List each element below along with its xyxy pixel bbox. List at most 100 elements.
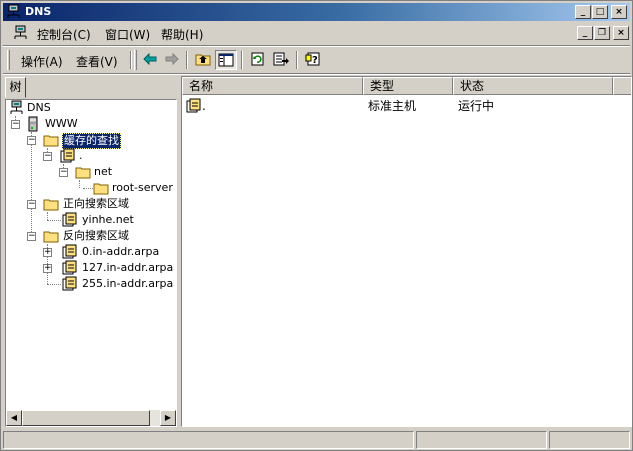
title-bar[interactable]: DNS _ □ × bbox=[3, 3, 630, 21]
menu-bar: 控制台(C) 窗口(W) 帮助(H) _ ❐ × bbox=[3, 23, 630, 43]
export-list-icon bbox=[273, 52, 289, 66]
show-hide-tree-button[interactable] bbox=[215, 50, 237, 70]
collapse-icon[interactable]: − bbox=[27, 200, 36, 209]
column-header-type[interactable]: 类型 bbox=[363, 77, 453, 95]
child-close-button[interactable]: × bbox=[613, 26, 629, 40]
collapse-icon[interactable]: − bbox=[27, 232, 36, 241]
folder-icon bbox=[75, 164, 91, 180]
tree-item-label: 0.in-addr.arpa bbox=[82, 245, 160, 258]
tree-item-reverse-zones[interactable]: − 反向搜索区域 bbox=[6, 228, 176, 244]
menu-view[interactable]: 查看(V) bbox=[76, 53, 118, 70]
tree-item-label: WWW bbox=[45, 117, 78, 130]
scroll-thumb[interactable] bbox=[22, 410, 150, 426]
expand-icon[interactable]: + bbox=[43, 248, 52, 257]
collapse-icon[interactable]: − bbox=[11, 120, 20, 129]
menu-console[interactable]: 控制台(C) bbox=[37, 26, 91, 43]
folder-icon bbox=[43, 196, 59, 212]
folder-up-icon bbox=[195, 54, 211, 66]
tree-item-label: yinhe.net bbox=[82, 213, 134, 226]
menu-window[interactable]: 窗口(W) bbox=[105, 26, 150, 43]
tree-item-label: 正向搜索区域 bbox=[63, 197, 129, 210]
folder-icon bbox=[93, 180, 109, 196]
export-list-button[interactable] bbox=[270, 50, 292, 70]
toolbar-grip-2[interactable] bbox=[134, 50, 137, 70]
back-button[interactable] bbox=[139, 50, 161, 70]
tree-item-label: . bbox=[79, 149, 83, 162]
tree-item-cached-lookups[interactable]: − 缓存的查找 bbox=[6, 132, 176, 149]
tree-horizontal-scrollbar[interactable]: ◀ ▶ bbox=[6, 410, 176, 426]
tab-tree[interactable]: 树 bbox=[5, 77, 26, 98]
scroll-right-button[interactable]: ▶ bbox=[160, 410, 176, 426]
help-icon: ? bbox=[305, 52, 320, 66]
zone-icon bbox=[61, 244, 77, 260]
forward-button[interactable] bbox=[161, 50, 183, 70]
cell-status: 运行中 bbox=[458, 99, 495, 113]
server-icon bbox=[25, 116, 41, 132]
zone-icon bbox=[59, 148, 75, 164]
tree-item-dns[interactable]: DNS bbox=[6, 100, 176, 116]
column-header-status[interactable]: 状态 bbox=[453, 77, 613, 95]
cell-type: 标准主机 bbox=[368, 99, 417, 113]
tree-item-label: net bbox=[94, 165, 113, 178]
zone-icon bbox=[61, 212, 77, 228]
close-button[interactable]: × bbox=[611, 5, 627, 19]
tree-view[interactable]: DNS − WWW − 缓存的查找 − . − net root-server … bbox=[5, 99, 177, 427]
tree-item-forward-zones[interactable]: − 正向搜索区域 bbox=[6, 196, 176, 212]
collapse-icon[interactable]: − bbox=[27, 136, 36, 145]
console-tree-icon bbox=[218, 53, 234, 67]
up-one-level-button[interactable] bbox=[192, 50, 214, 70]
menu-action[interactable]: 操作(A) bbox=[21, 53, 63, 70]
zone-icon bbox=[185, 98, 201, 114]
status-panel-2 bbox=[416, 431, 547, 449]
tree-item-root-server[interactable]: root-server bbox=[6, 180, 176, 196]
child-minimize-button[interactable]: _ bbox=[577, 26, 593, 40]
forward-arrow-icon bbox=[165, 52, 179, 66]
toolbar-separator bbox=[130, 51, 132, 69]
tree-item-yinhe-net[interactable]: yinhe.net bbox=[6, 212, 176, 228]
tree-item-label: 缓存的查找 bbox=[62, 133, 121, 149]
tree-item-label: 255.in-addr.arpa bbox=[82, 277, 174, 290]
collapse-icon[interactable]: − bbox=[43, 152, 52, 161]
tree-item-net[interactable]: − net bbox=[6, 164, 176, 180]
tree-item-0-in-addr-arpa[interactable]: + 0.in-addr.arpa bbox=[6, 244, 176, 260]
toolbar-separator-3 bbox=[241, 51, 243, 69]
back-arrow-icon bbox=[143, 52, 157, 66]
console-tree-pane: 树 DNS − WWW − 缓存的查找 − . − net root-serve… bbox=[3, 75, 178, 427]
tree-item-255-in-addr-arpa[interactable]: 255.in-addr.arpa bbox=[6, 276, 176, 292]
console-icon[interactable] bbox=[13, 25, 29, 41]
child-restore-button[interactable]: ❐ bbox=[594, 26, 610, 40]
tree-item-label: DNS bbox=[27, 101, 51, 114]
cell-name: . bbox=[202, 99, 206, 113]
tree-item-root-zone[interactable]: − . bbox=[6, 148, 176, 164]
status-bar bbox=[3, 429, 630, 449]
toolbar-separator-2 bbox=[186, 51, 188, 69]
tree-item-label: 127.in-addr.arpa bbox=[82, 261, 174, 274]
details-list-view[interactable]: 名称 类型 状态 . 标准主机 运行中 bbox=[181, 76, 632, 427]
toolbar-separator-4 bbox=[296, 51, 298, 69]
dns-app-icon bbox=[6, 4, 22, 20]
refresh-button[interactable] bbox=[247, 50, 269, 70]
collapse-icon[interactable]: − bbox=[59, 168, 68, 177]
help-button[interactable]: ? bbox=[302, 50, 324, 70]
toolbar-grip[interactable] bbox=[7, 50, 10, 70]
maximize-button[interactable]: □ bbox=[592, 5, 608, 19]
column-header-name[interactable]: 名称 bbox=[182, 77, 363, 95]
column-header-filler bbox=[613, 77, 631, 95]
window-title: DNS bbox=[25, 5, 52, 18]
folder-icon bbox=[43, 228, 59, 244]
tree-item-label: 反向搜索区域 bbox=[63, 229, 129, 242]
menu-help[interactable]: 帮助(H) bbox=[161, 26, 203, 43]
minimize-button[interactable]: _ bbox=[575, 5, 591, 19]
expand-icon[interactable]: + bbox=[43, 264, 52, 273]
svg-text:?: ? bbox=[312, 55, 318, 66]
tree-item-www[interactable]: − WWW bbox=[6, 116, 176, 132]
scroll-left-button[interactable]: ◀ bbox=[6, 410, 22, 426]
folder-icon bbox=[43, 132, 59, 148]
tree-item-127-in-addr-arpa[interactable]: + 127.in-addr.arpa bbox=[6, 260, 176, 276]
zone-icon bbox=[61, 276, 77, 292]
refresh-icon bbox=[251, 52, 264, 66]
status-panel-3 bbox=[549, 431, 630, 449]
status-panel-main bbox=[3, 431, 414, 449]
list-row[interactable]: . 标准主机 运行中 bbox=[182, 97, 631, 115]
toolbar: 操作(A) 查看(V) ? bbox=[3, 47, 630, 73]
